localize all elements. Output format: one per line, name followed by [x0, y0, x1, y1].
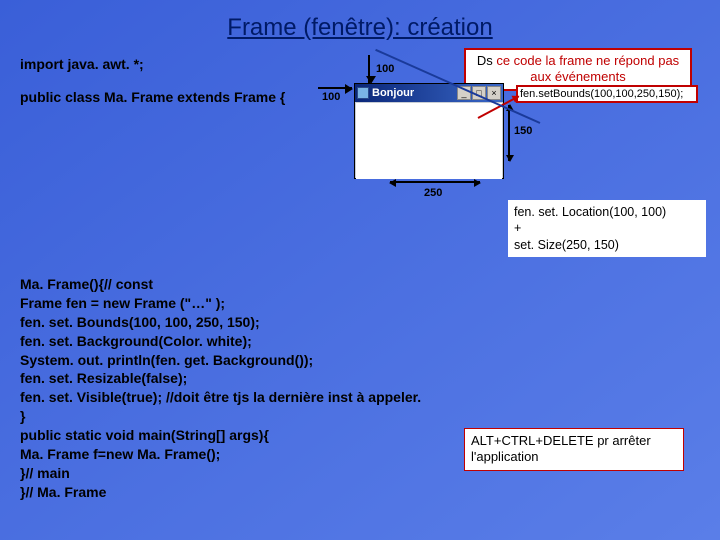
label-150: 150 [514, 125, 532, 137]
width-dimension-arrow [390, 181, 480, 183]
equiv-line: + [514, 220, 700, 236]
code-line: fen. set. Background(Color. white); [20, 332, 700, 351]
frame-diagram: 100 100 Bonjour _ □ × 250 150 fen.setBou… [318, 55, 508, 265]
vertical-offset-arrow [368, 55, 370, 83]
equivalence-box: fen. set. Location(100, 100) + set. Size… [508, 200, 706, 257]
horizontal-offset-arrow [318, 87, 352, 89]
label-100-horizontal: 100 [322, 91, 340, 103]
code-line: fen. set. Resizable(false); [20, 369, 700, 388]
code-line: Ma. Frame(){// const [20, 275, 700, 294]
callout-text-part: ce code la frame ne répond pas aux événe… [493, 53, 679, 84]
setbounds-callout: fen.setBounds(100,100,250,150); [516, 85, 698, 103]
equiv-line: set. Size(250, 150) [514, 237, 700, 253]
label-250: 250 [424, 187, 442, 199]
code-line: fen. set. Visible(true); //doit être tjs… [20, 388, 700, 407]
alt-ctrl-delete-note: ALT+CTRL+DELETE pr arrêter l'application [464, 428, 684, 471]
height-dimension-arrow [508, 105, 510, 161]
code-line: fen. set. Bounds(100, 100, 250, 150); [20, 313, 700, 332]
code-line: }// Ma. Frame [20, 483, 700, 502]
code-line: Frame fen = new Frame ("…" ); [20, 294, 700, 313]
slide-title: Frame (fenêtre): création [0, 0, 720, 42]
code-line: public class Ma. Frame extends Frame { [20, 88, 320, 107]
label-100-vertical: 100 [376, 63, 394, 75]
window-icon [357, 87, 369, 99]
code-line: import java. awt. *; [20, 55, 320, 74]
window-title: Bonjour [372, 87, 414, 99]
window-titlebar: Bonjour _ □ × [355, 84, 503, 102]
code-line: } [20, 407, 700, 426]
code-block-top: import java. awt. *; public class Ma. Fr… [20, 55, 320, 107]
close-button[interactable]: × [487, 86, 501, 100]
equiv-line: fen. set. Location(100, 100) [514, 204, 700, 220]
code-line: System. out. println(fen. get. Backgroun… [20, 351, 700, 370]
